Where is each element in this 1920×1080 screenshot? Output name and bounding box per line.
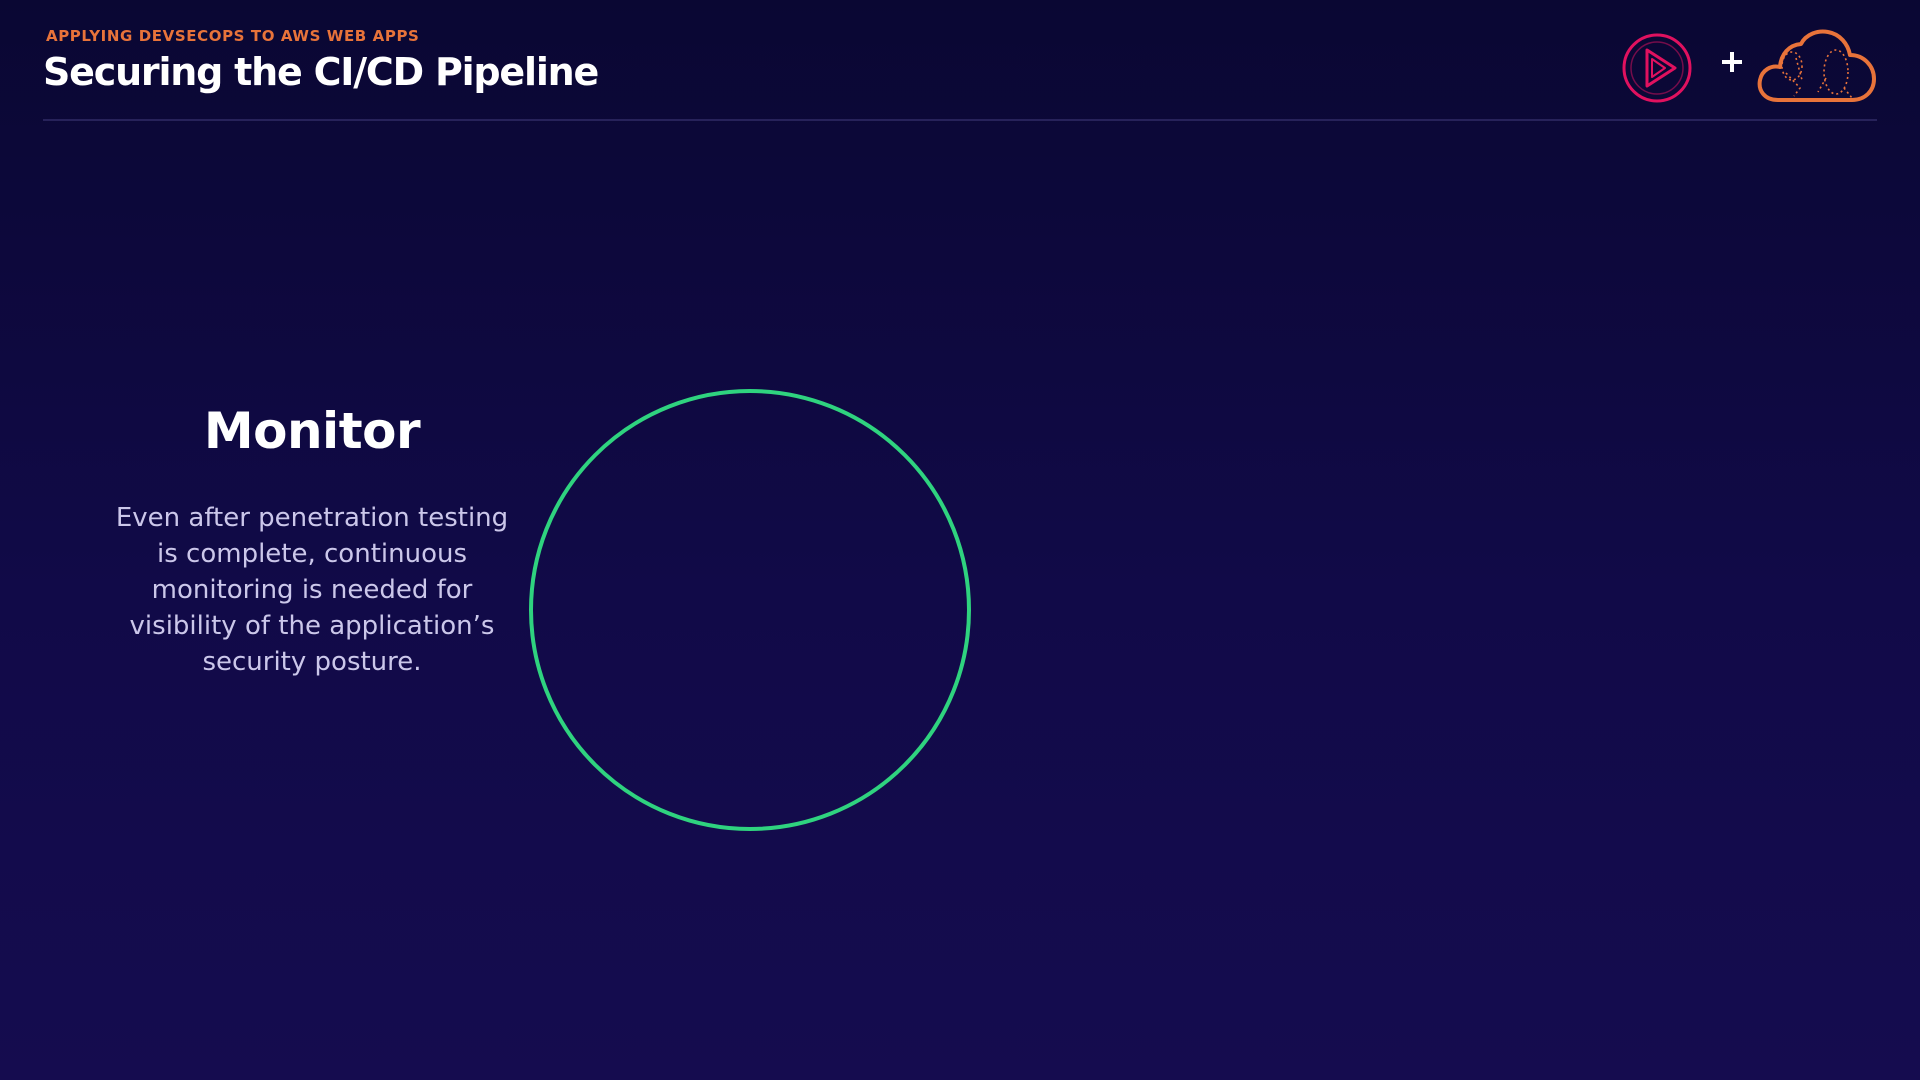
page-title: Securing the CI/CD Pipeline <box>43 50 599 94</box>
slide-header: APPLYING DEVSECOPS TO AWS WEB APPS Secur… <box>43 26 1877 120</box>
plus-icon <box>1722 52 1742 72</box>
monitor-stage-circle <box>529 389 971 831</box>
aws-cloud-icon <box>1757 29 1876 102</box>
pluralsight-play-logo-icon <box>1622 33 1692 103</box>
brand-logos <box>1621 28 1877 104</box>
course-eyebrow: APPLYING DEVSECOPS TO AWS WEB APPS <box>46 27 420 45</box>
header-divider <box>43 119 1877 121</box>
section-description: Even after penetration testing is comple… <box>115 503 509 677</box>
section-title: Monitor <box>203 402 421 460</box>
